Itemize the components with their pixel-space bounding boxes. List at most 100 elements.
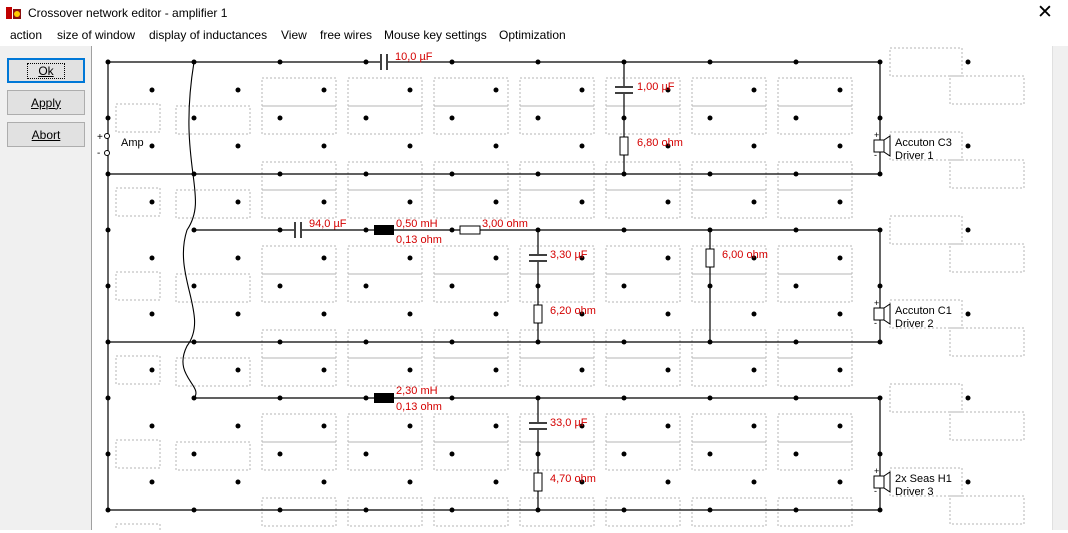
node-dot — [235, 87, 241, 93]
node-dot — [793, 283, 799, 289]
node-dot — [449, 339, 455, 345]
node-dot — [877, 227, 883, 233]
value-l2-resistance: 0,13 ohm — [396, 401, 442, 413]
node-dot — [493, 479, 499, 485]
wires — [107, 61, 881, 511]
driver-2-name: Accuton C1 — [895, 305, 952, 317]
grid-slot — [261, 273, 337, 303]
amp-terminal[interactable]: + - Amp — [97, 132, 144, 159]
node-dot — [407, 367, 413, 373]
value-l1-resistance: 0,13 ohm — [396, 234, 442, 246]
node-dot — [191, 451, 197, 457]
node-dot — [493, 199, 499, 205]
node-dot — [837, 143, 843, 149]
node-dot — [363, 171, 369, 177]
close-button[interactable]: ✕ — [1022, 0, 1068, 26]
menu-size-of-window[interactable]: size of window — [55, 28, 137, 42]
node-dot — [621, 395, 627, 401]
value-c3: 94,0 µF — [309, 218, 347, 230]
grid-slot — [605, 105, 681, 135]
value-r4: 6,20 ohm — [550, 305, 596, 317]
grid-slot — [691, 441, 767, 471]
grid-slot — [347, 497, 423, 527]
driver-1-plus: + — [874, 130, 879, 140]
node-dot — [321, 255, 327, 261]
menu-view[interactable]: View — [279, 28, 309, 42]
node-dot — [579, 367, 585, 373]
driver-3-minus: - — [874, 486, 877, 496]
grid-slot — [777, 105, 853, 135]
amp-minus-sign: - — [97, 148, 100, 159]
node-dot — [407, 311, 413, 317]
ok-button[interactable]: Ok — [7, 58, 85, 83]
node-dot — [105, 283, 111, 289]
node-dot — [321, 87, 327, 93]
node-dot — [535, 451, 541, 457]
menu-action[interactable]: action — [8, 28, 44, 42]
grid-slot — [115, 271, 161, 301]
node-dot — [751, 479, 757, 485]
grid-slot — [949, 75, 1025, 105]
node-dot — [965, 479, 971, 485]
node-dot — [837, 199, 843, 205]
speaker-driver-cone — [883, 135, 891, 157]
grid-slot — [347, 441, 423, 471]
inductor — [374, 225, 394, 235]
node-dot — [407, 423, 413, 429]
node-dot — [837, 367, 843, 373]
node-dot — [621, 339, 627, 345]
node-dot — [837, 311, 843, 317]
amp-label: Amp — [121, 137, 144, 149]
node-dot — [493, 311, 499, 317]
resistor — [705, 248, 715, 268]
grid-slot — [175, 441, 251, 471]
menu-mouse-key-settings[interactable]: Mouse key settings — [382, 28, 489, 42]
node-dot — [751, 143, 757, 149]
node-dot — [493, 423, 499, 429]
value-r1: 6,80 ohm — [637, 137, 683, 149]
node-dot — [707, 339, 713, 345]
node-dot — [877, 171, 883, 177]
grid-slot — [519, 441, 595, 471]
abort-button[interactable]: Abort — [7, 122, 85, 147]
node-dot — [751, 311, 757, 317]
grid-slot — [949, 243, 1025, 273]
menu-display-of-inductances[interactable]: display of inductances — [147, 28, 269, 42]
node-dot — [751, 87, 757, 93]
amp-plus-sign: + — [97, 132, 103, 143]
node-dot — [235, 479, 241, 485]
node-dot — [449, 451, 455, 457]
node-dot — [665, 479, 671, 485]
vertical-scrollbar[interactable] — [1052, 46, 1068, 530]
node-dot — [621, 227, 627, 233]
node-dot — [321, 311, 327, 317]
menu-free-wires[interactable]: free wires — [318, 28, 374, 42]
node-dot — [191, 59, 197, 65]
grid-slot — [691, 329, 767, 359]
node-dot — [621, 507, 627, 513]
schematic[interactable]: + - Amp 10,0 µF 1,00 µF 6,80 ohm 94,0 µF… — [92, 46, 1052, 533]
node-dot — [877, 115, 883, 121]
node-dot — [707, 283, 713, 289]
node-dot — [321, 199, 327, 205]
node-dot — [877, 507, 883, 513]
grid-slot — [519, 105, 595, 135]
grid-slot — [691, 105, 767, 135]
circuit-canvas[interactable]: + - Amp 10,0 µF 1,00 µF 6,80 ohm 94,0 µF… — [92, 46, 1052, 533]
grid-slot — [605, 441, 681, 471]
node-dot — [751, 199, 757, 205]
node-dot — [535, 171, 541, 177]
node-dot — [105, 395, 111, 401]
apply-button[interactable]: Apply — [7, 90, 85, 115]
node-dot — [149, 199, 155, 205]
node-dot — [707, 59, 713, 65]
node-dot — [363, 507, 369, 513]
menu-optimization[interactable]: Optimization — [497, 28, 568, 42]
node-dot — [793, 227, 799, 233]
node-dot — [965, 59, 971, 65]
node-dot — [321, 367, 327, 373]
driver-3-name: 2x Seas H1 — [895, 473, 952, 485]
node-dot — [277, 339, 283, 345]
node-dot — [579, 143, 585, 149]
node-dot — [877, 339, 883, 345]
